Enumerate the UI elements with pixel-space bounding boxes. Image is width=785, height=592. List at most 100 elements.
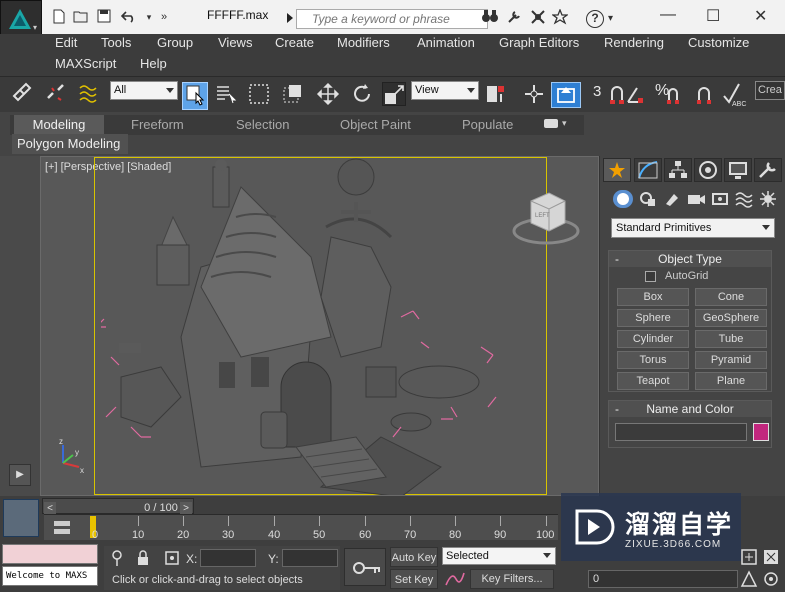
binoculars-icon[interactable]	[481, 9, 499, 25]
shapes-category-icon[interactable]	[638, 190, 658, 208]
default-tangent-icon[interactable]	[444, 569, 466, 589]
create-tab-icon[interactable]	[603, 158, 631, 182]
menu-help[interactable]: Help	[140, 56, 167, 71]
spell-check-icon[interactable]: ABC	[722, 82, 752, 108]
maxscript-listener-input[interactable]	[2, 544, 98, 564]
menu-views[interactable]: Views	[218, 35, 252, 50]
viewport-perspective[interactable]: [+] [Perspective] [Shaded] LEFT z y x	[40, 156, 599, 496]
auto-key-button[interactable]: Auto Key	[390, 547, 438, 567]
cone-button[interactable]: Cone	[695, 288, 767, 306]
object-color-swatch[interactable]	[753, 423, 769, 441]
named-selection-set-input[interactable]: Crea	[755, 81, 785, 100]
viewcube[interactable]: LEFT	[511, 187, 581, 247]
select-by-name-icon[interactable]	[214, 82, 238, 106]
menu-create[interactable]: Create	[275, 35, 314, 50]
menu-tools[interactable]: Tools	[101, 35, 131, 50]
x-coord-field[interactable]	[200, 549, 256, 567]
percent-snap-icon[interactable]	[665, 82, 689, 106]
spinner-snap-icon[interactable]	[695, 82, 719, 106]
geometry-category-icon[interactable]	[613, 190, 633, 208]
cylinder-button[interactable]: Cylinder	[617, 330, 689, 348]
cameras-category-icon[interactable]	[686, 190, 706, 208]
modify-tab-icon[interactable]	[634, 158, 662, 182]
absolute-mode-icon[interactable]	[164, 549, 180, 567]
snaps-toggle-label[interactable]: 3	[593, 83, 601, 100]
help-icon[interactable]: ?	[586, 10, 604, 28]
new-file-icon[interactable]	[50, 9, 68, 25]
menu-maxscript[interactable]: MAXScript	[55, 56, 116, 71]
helpers-category-icon[interactable]	[710, 190, 730, 208]
menu-edit[interactable]: Edit	[55, 35, 77, 50]
set-key-big-button[interactable]	[344, 548, 386, 586]
lights-category-icon[interactable]	[662, 190, 682, 208]
keyboard-shortcut-override-button[interactable]	[551, 82, 581, 108]
scene-model[interactable]	[101, 157, 551, 495]
mini-curve-editor-button[interactable]	[3, 499, 39, 537]
polygon-modeling-panel[interactable]: Polygon Modeling	[12, 134, 128, 154]
set-key-button[interactable]: Set Key	[390, 569, 438, 589]
maximize-button[interactable]: ☐	[706, 6, 720, 26]
ribbon-options-icon[interactable]	[544, 119, 558, 128]
communication-center-icon[interactable]	[529, 9, 547, 25]
utilities-tab-icon[interactable]	[754, 158, 782, 182]
key-selection-dropdown[interactable]: Selected	[442, 547, 556, 565]
angle-snap-icon[interactable]	[625, 82, 649, 106]
search-expand-icon[interactable]	[287, 13, 293, 23]
minimize-button[interactable]: —	[660, 6, 676, 24]
menu-modifiers[interactable]: Modifiers	[337, 35, 390, 50]
ribbon-dropdown-icon[interactable]: ▾	[562, 118, 567, 129]
tab-modeling[interactable]: Modeling	[14, 115, 104, 135]
key-filters-button[interactable]: Key Filters...	[470, 569, 554, 589]
name-and-color-header[interactable]: - Name and Color	[609, 401, 771, 417]
move-icon[interactable]	[316, 82, 340, 106]
menu-rendering[interactable]: Rendering	[604, 35, 664, 50]
torus-button[interactable]: Torus	[617, 351, 689, 369]
tab-populate[interactable]: Populate	[462, 117, 513, 135]
expand-viewport-layout-icon[interactable]: ▶	[9, 464, 31, 486]
open-file-icon[interactable]	[72, 9, 90, 25]
y-coord-field[interactable]	[282, 549, 338, 567]
current-frame-field[interactable]: 0	[588, 570, 738, 588]
menu-animation[interactable]: Animation	[417, 35, 475, 50]
space-warps-category-icon[interactable]	[734, 190, 754, 208]
select-manipulate-icon[interactable]	[522, 82, 546, 106]
unlink-icon[interactable]	[44, 82, 68, 106]
isolate-selection-icon[interactable]	[110, 549, 124, 567]
time-slider[interactable]: < 0 / 100 >	[42, 498, 194, 516]
selection-lock-icon[interactable]	[136, 549, 150, 567]
scale-icon[interactable]	[382, 82, 406, 106]
orbit-icon[interactable]	[762, 570, 780, 588]
tube-button[interactable]: Tube	[695, 330, 767, 348]
systems-category-icon[interactable]	[758, 190, 778, 208]
timeline-config-icon[interactable]	[48, 518, 76, 538]
zoom-extents-icon[interactable]	[740, 548, 758, 566]
object-name-field[interactable]	[615, 423, 747, 441]
app-logo-button[interactable]: ▾	[0, 0, 42, 36]
bind-space-warp-icon[interactable]	[78, 82, 102, 106]
tab-object-paint[interactable]: Object Paint	[340, 117, 411, 135]
menu-graph-editors[interactable]: Graph Editors	[499, 35, 579, 50]
tools-icon[interactable]	[505, 9, 523, 25]
window-crossing-icon[interactable]	[281, 82, 305, 106]
sphere-button[interactable]: Sphere	[617, 309, 689, 327]
link-icon[interactable]	[10, 82, 34, 106]
save-file-icon[interactable]	[95, 9, 113, 25]
maxscript-listener-output[interactable]: Welcome to MAXS	[2, 566, 98, 586]
autogrid-checkbox[interactable]	[645, 271, 656, 282]
favorites-star-icon[interactable]	[551, 8, 569, 25]
selection-filter-dropdown[interactable]: All	[110, 81, 178, 100]
rotate-icon[interactable]	[350, 82, 374, 106]
rectangular-selection-icon[interactable]	[247, 82, 271, 106]
display-tab-icon[interactable]	[724, 158, 752, 182]
teapot-button[interactable]: Teapot	[617, 372, 689, 390]
geosphere-button[interactable]: GeoSphere	[695, 309, 767, 327]
hierarchy-tab-icon[interactable]	[664, 158, 692, 182]
plane-button[interactable]: Plane	[695, 372, 767, 390]
box-button[interactable]: Box	[617, 288, 689, 306]
help-dropdown-icon[interactable]: ▾	[608, 13, 613, 24]
tab-selection[interactable]: Selection	[236, 117, 289, 135]
search-box[interactable]	[296, 9, 488, 29]
pivot-point-icon[interactable]	[484, 82, 508, 106]
menu-customize[interactable]: Customize	[688, 35, 749, 50]
primitive-category-dropdown[interactable]: Standard Primitives	[611, 218, 775, 238]
